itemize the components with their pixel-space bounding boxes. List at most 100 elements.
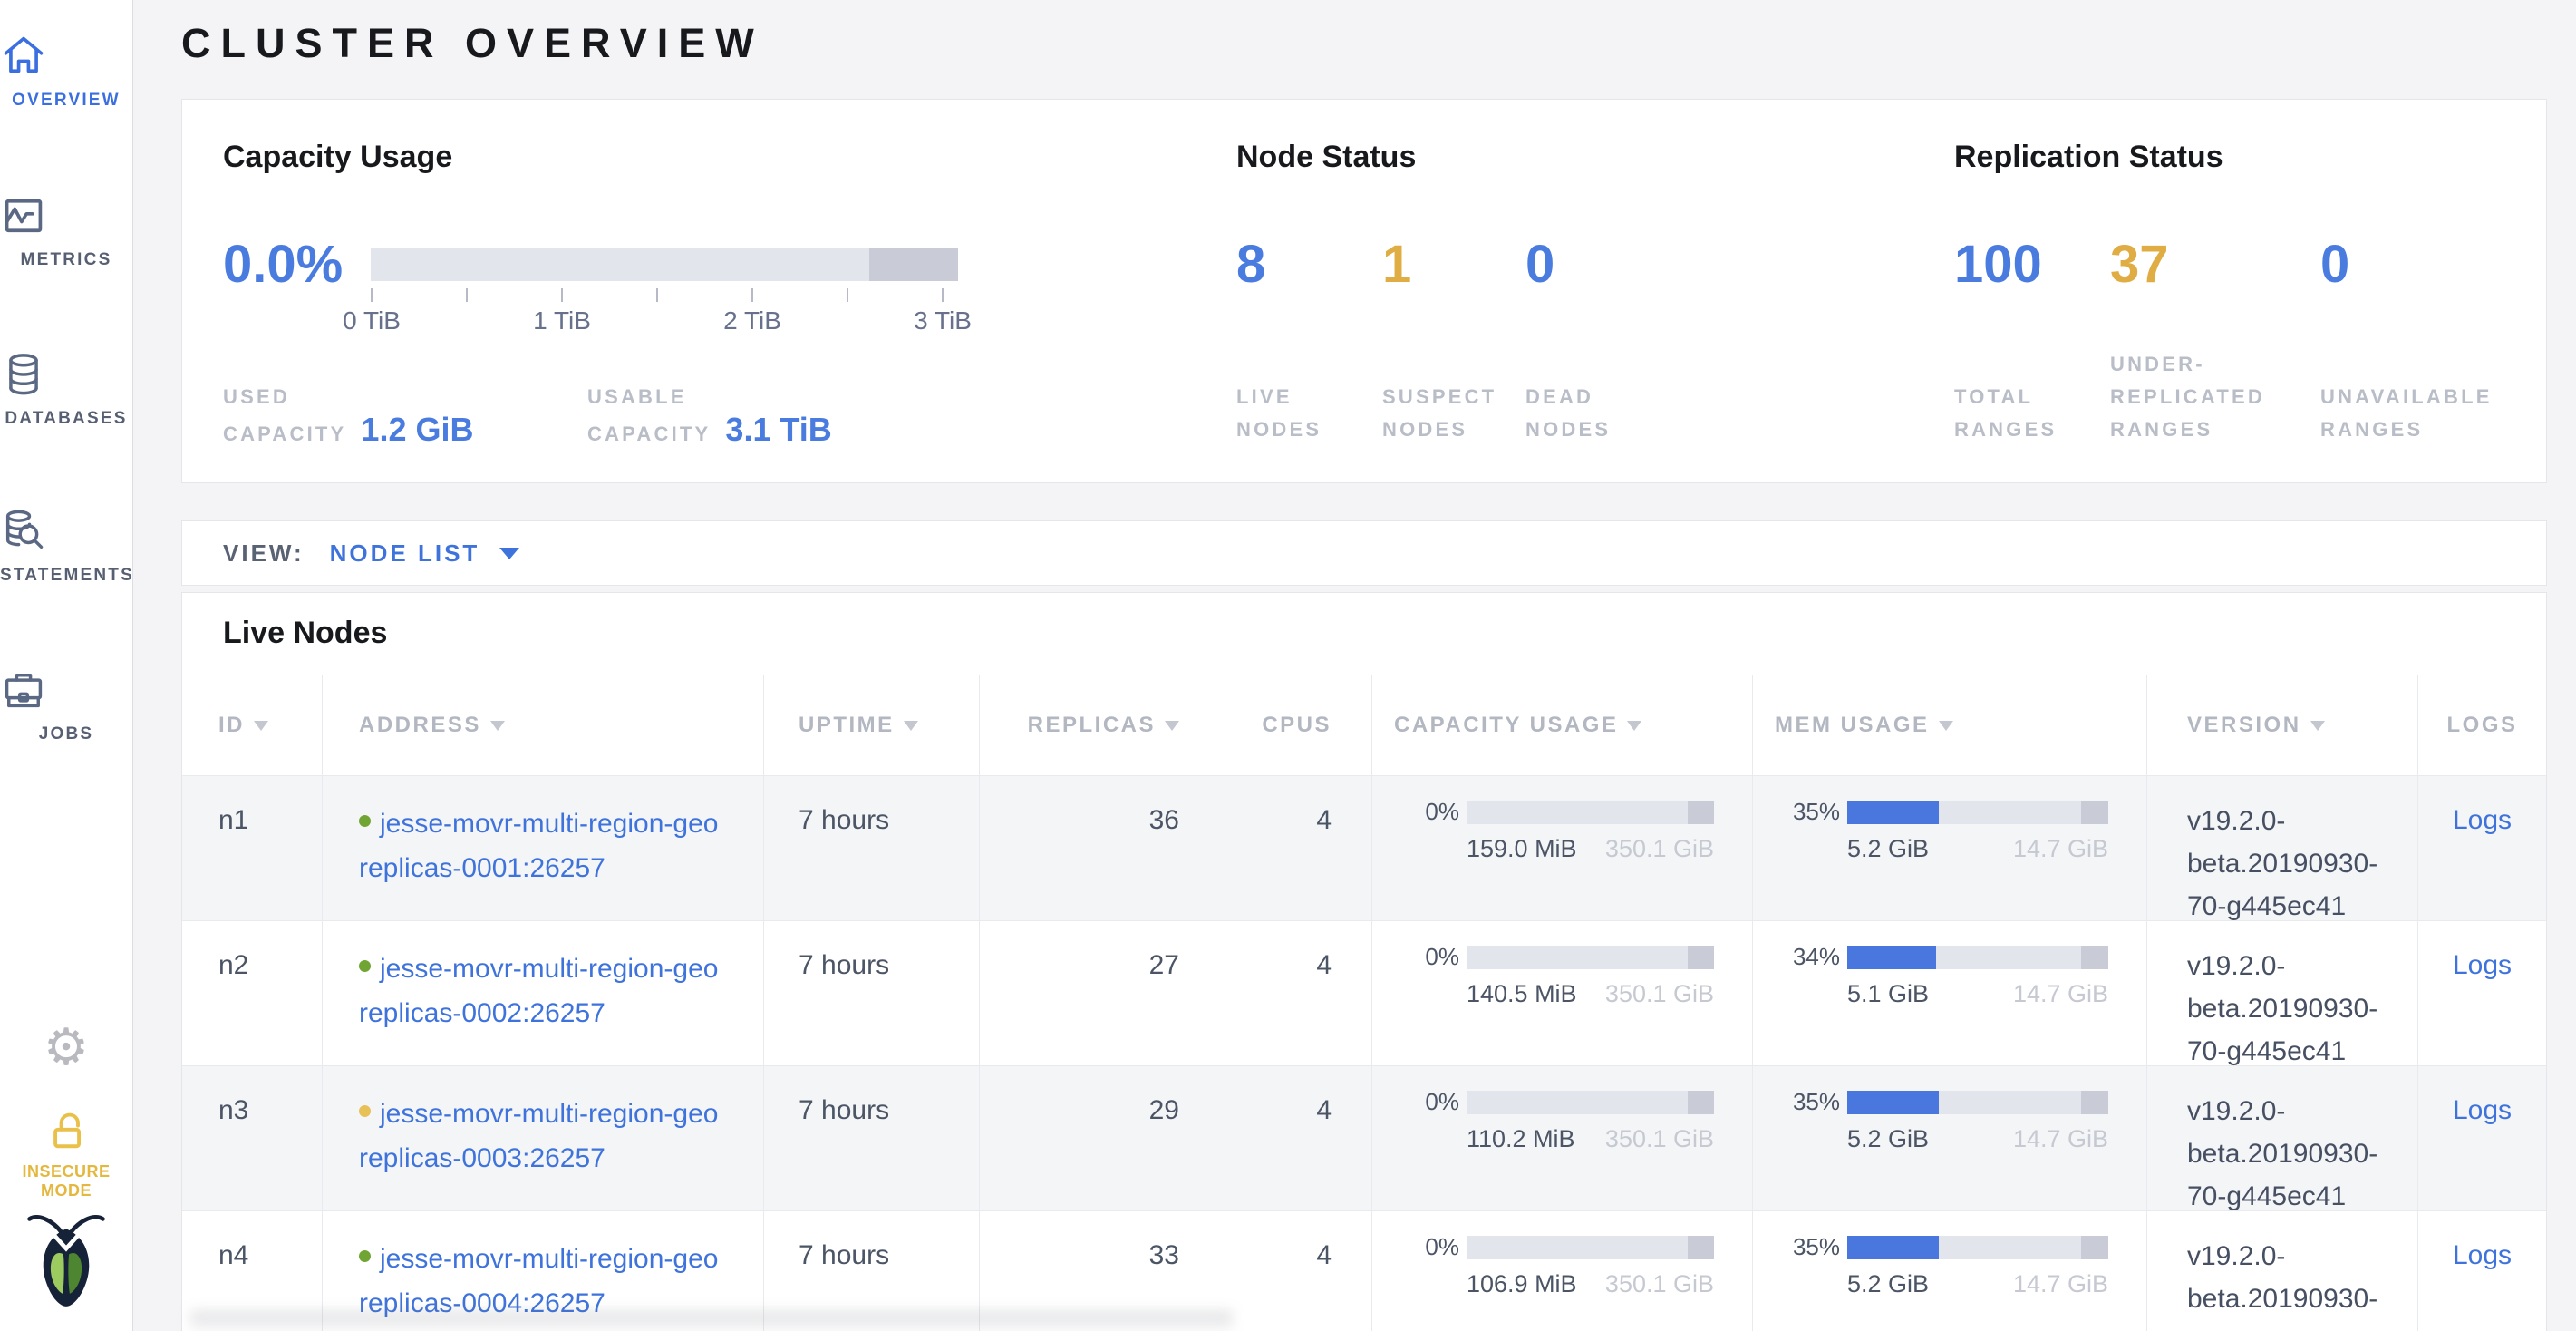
node-address-link[interactable]: jesse-movr-multi-region-georeplicas-0002… — [359, 954, 718, 1028]
scroll-shadow — [190, 1311, 1233, 1331]
node-address-link[interactable]: jesse-movr-multi-region-georeplicas-0004… — [359, 1244, 718, 1318]
used-capacity-stat: USED CAPACITY 1.2 GiB — [223, 381, 473, 451]
node-cpus: 4 — [1225, 776, 1372, 920]
capacity-bar — [1467, 1236, 1714, 1259]
column-header-capacity-usage[interactable]: CAPACITY USAGE — [1372, 675, 1753, 775]
node-version: v19.2.0- beta.20190930- 70-g445ec41 — [2147, 921, 2418, 1065]
node-memory-cell: 35% 5.2 GiB14.7 GiB — [1753, 776, 2147, 920]
node-id: n2 — [182, 921, 323, 1065]
column-header-logs: LOGS — [2418, 675, 2546, 775]
cluster-summary-panel: Capacity Usage 0.0% 0 TiB 1 TiB 2 TiB 3 … — [181, 99, 2547, 483]
node-uptime: 7 hours — [764, 921, 980, 1065]
capacity-bar — [1467, 946, 1714, 969]
sidebar-item-label: OVERVIEW — [0, 91, 132, 111]
total-ranges-label: TOTAL RANGES — [1954, 381, 2057, 446]
node-logs-cell: Logs — [2418, 1066, 2546, 1210]
unavailable-ranges-count: 0 — [2320, 234, 2349, 295]
table-header-row: ID ADDRESS UPTIME REPLICAS CPUS CAPACITY… — [182, 675, 2546, 775]
sidebar-item-label: DATABASES — [0, 409, 132, 429]
suspect-nodes-label: SUSPECT NODES — [1382, 381, 1496, 446]
memory-bar — [1847, 1091, 2108, 1114]
node-replicas: 27 — [980, 921, 1225, 1065]
logs-link[interactable]: Logs — [2453, 950, 2512, 980]
logs-link[interactable]: Logs — [2453, 1240, 2512, 1270]
node-memory-cell: 35% 5.2 GiB14.7 GiB — [1753, 1066, 2147, 1210]
usable-capacity-stat: USABLE CAPACITY 3.1 TiB — [587, 381, 832, 451]
column-header-cpus[interactable]: CPUS — [1225, 675, 1372, 775]
node-id: n1 — [182, 776, 323, 920]
unlocked-padlock-icon — [0, 1108, 132, 1155]
column-header-replicas[interactable]: REPLICAS — [980, 675, 1225, 775]
sort-caret-icon — [254, 721, 268, 731]
node-address-cell: jesse-movr-multi-region-georeplicas-0002… — [323, 921, 764, 1065]
dead-nodes-label: DEAD NODES — [1525, 381, 1611, 446]
view-dropdown[interactable]: NODE LIST — [330, 539, 520, 568]
total-ranges-count: 100 — [1954, 234, 2042, 295]
under-replicated-label: UNDER- REPLICATED RANGES — [2110, 348, 2265, 446]
node-replicas: 36 — [980, 776, 1225, 920]
settings-button[interactable]: ⚙ — [0, 1023, 132, 1074]
logs-link[interactable]: Logs — [2453, 805, 2512, 835]
node-id: n3 — [182, 1066, 323, 1210]
home-icon — [0, 33, 132, 80]
node-capacity-cell: 0% 110.2 MiB350.1 GiB — [1372, 1066, 1753, 1210]
capacity-gauge: 0 TiB 1 TiB 2 TiB 3 TiB — [371, 248, 958, 334]
live-nodes-count: 8 — [1236, 234, 1265, 295]
node-capacity-cell: 0% 159.0 MiB350.1 GiB — [1372, 776, 1753, 920]
sidebar-item-jobs[interactable]: JOBS — [0, 666, 132, 744]
tick-label: 3 TiB — [914, 306, 972, 335]
sidebar-item-statements[interactable]: STATEMENTS — [0, 508, 132, 586]
capacity-bar — [1467, 1091, 1714, 1114]
capacity-percent: 0.0% — [223, 234, 343, 295]
view-bar: VIEW: NODE LIST — [181, 520, 2547, 586]
sort-caret-icon — [904, 721, 918, 731]
node-address-link[interactable]: jesse-movr-multi-region-georeplicas-0003… — [359, 1099, 718, 1173]
memory-bar — [1847, 946, 2108, 969]
column-header-address[interactable]: ADDRESS — [323, 675, 764, 775]
column-header-mem-usage[interactable]: MEM USAGE — [1753, 675, 2147, 775]
sidebar-item-label: STATEMENTS — [0, 566, 132, 586]
sort-caret-icon — [1939, 721, 1953, 731]
logs-link[interactable]: Logs — [2453, 1095, 2512, 1125]
node-logs-cell: Logs — [2418, 921, 2546, 1065]
sort-caret-icon — [1165, 721, 1179, 731]
sort-caret-icon — [490, 721, 505, 731]
node-cpus: 4 — [1225, 921, 1372, 1065]
used-capacity-value: 1.2 GiB — [361, 413, 473, 446]
sidebar-item-label: METRICS — [0, 250, 132, 270]
node-uptime: 7 hours — [764, 1066, 980, 1210]
tick-label: 0 TiB — [343, 306, 401, 335]
replication-status-title: Replication Status — [1954, 140, 2223, 175]
table-row: n1 jesse-movr-multi-region-georeplicas-0… — [182, 775, 2546, 920]
memory-bar — [1847, 1236, 2108, 1259]
tick-label: 1 TiB — [533, 306, 591, 335]
sidebar-item-overview[interactable]: OVERVIEW — [0, 33, 132, 111]
node-version: v19.2.0- beta.20190930- — [2147, 1211, 2418, 1331]
live-nodes-title: Live Nodes — [223, 616, 387, 651]
cockroachdb-bug-logo — [0, 1208, 132, 1309]
view-dropdown-value: NODE LIST — [330, 539, 480, 568]
page-title: CLUSTER OVERVIEW — [181, 20, 764, 67]
node-version: v19.2.0- beta.20190930- 70-g445ec41 — [2147, 1066, 2418, 1210]
nodes-table: ID ADDRESS UPTIME REPLICAS CPUS CAPACITY… — [182, 675, 2546, 1331]
capacity-usage-title: Capacity Usage — [223, 140, 452, 175]
node-memory-cell: 34% 5.1 GiB14.7 GiB — [1753, 921, 2147, 1065]
column-header-uptime[interactable]: UPTIME — [764, 675, 980, 775]
databases-icon — [0, 351, 132, 398]
sidebar-item-databases[interactable]: DATABASES — [0, 351, 132, 429]
column-header-version[interactable]: VERSION — [2147, 675, 2418, 775]
node-capacity-cell: 0% 140.5 MiB350.1 GiB — [1372, 921, 1753, 1065]
insecure-mode-indicator: INSECURE MODE — [0, 1108, 132, 1200]
node-uptime: 7 hours — [764, 776, 980, 920]
sidebar-item-metrics[interactable]: METRICS — [0, 192, 132, 270]
view-label: VIEW: — [223, 539, 305, 568]
node-address-cell: jesse-movr-multi-region-georeplicas-0001… — [323, 776, 764, 920]
live-nodes-label: LIVE NODES — [1236, 381, 1322, 446]
capacity-gauge-bar — [371, 248, 958, 281]
node-address-link[interactable]: jesse-movr-multi-region-georeplicas-0001… — [359, 809, 718, 883]
jobs-icon — [0, 666, 132, 714]
capacity-gauge-reserved — [869, 248, 958, 281]
usable-capacity-value: 3.1 TiB — [725, 413, 831, 446]
statements-icon — [0, 508, 132, 555]
column-header-id[interactable]: ID — [182, 675, 323, 775]
